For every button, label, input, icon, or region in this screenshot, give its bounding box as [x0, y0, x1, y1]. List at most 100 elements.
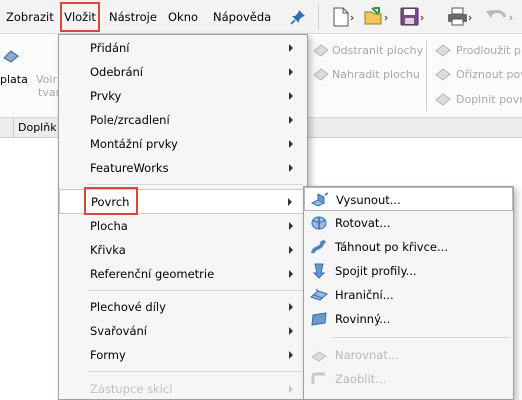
menu-item-label: Montážní prvky	[90, 137, 178, 151]
planar-surface-icon	[311, 312, 327, 326]
submenu-item-label: Hraniční...	[335, 288, 394, 302]
chevron-right-icon	[289, 303, 293, 311]
submenu-item-label: Rotovat...	[335, 216, 391, 230]
chevron-right-icon	[289, 164, 293, 172]
menu-nastroje[interactable]: Nástroje	[109, 0, 157, 34]
replace-face-button[interactable]: Nahradit plochu	[332, 68, 420, 81]
open-folder-icon[interactable]	[362, 5, 390, 29]
menu-item-zastupce-skici: Zástupce skici	[59, 377, 307, 400]
tab-doplnky[interactable]: Doplňk	[14, 118, 62, 138]
submenu-item-label: Narovnat...	[335, 348, 399, 362]
boundary-surface-icon	[310, 288, 328, 301]
chevron-right-icon	[289, 385, 293, 393]
save-icon[interactable]	[398, 5, 426, 29]
extend-surface-button[interactable]: Prodloužit p	[456, 44, 521, 57]
menu-item-odebrani[interactable]: Odebrání	[59, 60, 307, 84]
menu-item-label: Formy	[90, 348, 126, 362]
fillet-icon	[311, 372, 325, 384]
menu-item-featureworks[interactable]: FeatureWorks	[59, 156, 307, 180]
chevron-right-icon	[289, 44, 293, 52]
menu-item-pridani[interactable]: Přidání	[59, 36, 307, 60]
chevron-right-icon	[289, 92, 293, 100]
menu-item-label: Zástupce skici	[90, 382, 173, 396]
menubar: Zobrazit Vložit Nástroje Okno Nápověda	[0, 0, 522, 34]
menu-item-formy[interactable]: Formy	[59, 343, 307, 367]
menu-item-label: Křivka	[90, 243, 126, 257]
submenu-item-narovnat: Narovnat...	[304, 343, 513, 367]
extrude-surface-icon	[311, 192, 329, 207]
menu-separator	[332, 337, 510, 338]
menu-napoveda[interactable]: Nápověda	[213, 0, 271, 34]
menu-item-krivka[interactable]: Křivka	[59, 238, 307, 262]
menu-separator	[87, 184, 303, 185]
submenu-item-label: Rovinný...	[335, 312, 391, 326]
tab-item[interactable]	[0, 118, 14, 138]
menu-vlozit[interactable]: Vložit	[58, 0, 102, 34]
submenu-item-rotovat[interactable]: Rotovat...	[304, 211, 513, 235]
submenu-item-zaoblit: Zaoblit...	[304, 367, 513, 391]
menu-zobrazit[interactable]: Zobrazit	[6, 0, 54, 34]
submenu-item-vysunout[interactable]: Vysunout...	[304, 187, 513, 211]
undo-icon[interactable]	[482, 5, 516, 29]
menu-item-svarovani[interactable]: Svařování	[59, 319, 307, 343]
replace-face-icon[interactable]	[312, 66, 330, 82]
submenu-item-rovinny[interactable]: Rovinný...	[304, 307, 513, 331]
menu-item-label: Prvky	[90, 89, 122, 103]
chevron-right-icon	[289, 222, 293, 230]
revolve-surface-icon	[311, 216, 327, 230]
submenu-item-tahnout-po-krivce[interactable]: Táhnout po křivce...	[304, 235, 513, 259]
menu-item-label: Pole/zrcadlení	[90, 113, 170, 127]
delete-face-button[interactable]: Odstranit plochy	[332, 44, 423, 57]
povrch-highlight-frame	[84, 187, 138, 215]
new-document-icon[interactable]	[330, 5, 356, 29]
submenu-item-label: Vysunout...	[336, 193, 401, 207]
print-icon[interactable]	[446, 5, 474, 29]
menu-item-prvky[interactable]: Prvky	[59, 84, 307, 108]
submenu-item-label: Táhnout po křivce...	[335, 240, 448, 254]
submenu-item-hranicni[interactable]: Hraniční...	[304, 283, 513, 307]
menu-item-label: Referenční geometrie	[90, 267, 215, 281]
ribbon-label: plata	[0, 73, 28, 86]
menu-item-label: Plechové díly	[90, 300, 166, 314]
menu-item-montazni-prvky[interactable]: Montážní prvky	[59, 132, 307, 156]
menu-item-label: Plocha	[90, 219, 128, 233]
fill-surface-icon[interactable]	[434, 91, 452, 107]
menu-item-plocha[interactable]: Plocha	[59, 214, 307, 238]
insert-menu-dropdown: Přidání Odebrání Prvky Pole/zrcadlení Mo…	[58, 34, 308, 400]
menu-separator	[87, 371, 303, 372]
flatten-surface-icon	[311, 351, 327, 362]
menu-item-referencni-geometrie[interactable]: Referenční geometrie	[59, 262, 307, 286]
ribbon-separator	[426, 41, 427, 111]
trim-surface-button[interactable]: Oříznout pov	[456, 68, 522, 81]
menubar-separator	[318, 4, 319, 30]
fill-surface-button[interactable]: Doplnit povr	[456, 93, 522, 106]
submenu-item-label: Spojit profily...	[335, 264, 417, 278]
ribbon-label: tvar	[38, 86, 61, 99]
submenu-item-label: Zaoblit...	[335, 372, 387, 386]
chevron-right-icon	[289, 327, 293, 335]
chevron-right-icon	[289, 351, 293, 359]
menu-item-pole-zrcadleni[interactable]: Pole/zrcadlení	[59, 108, 307, 132]
chevron-right-icon	[288, 198, 292, 206]
surface-submenu: Vysunout... Rotovat... Táhnout po křivce…	[303, 186, 514, 400]
sweep-surface-icon	[311, 239, 327, 254]
ribbon-label: Volr	[36, 73, 57, 86]
delete-face-icon[interactable]	[312, 42, 330, 58]
menu-item-label: Svařování	[90, 324, 148, 338]
menu-item-plechove-dily[interactable]: Plechové díly	[59, 295, 307, 319]
chevron-right-icon	[289, 68, 293, 76]
menu-item-label: Přidání	[90, 41, 130, 55]
chevron-right-icon	[289, 246, 293, 254]
chevron-right-icon	[289, 270, 293, 278]
menu-item-label: FeatureWorks	[90, 161, 169, 175]
chevron-right-icon	[289, 116, 293, 124]
menu-separator	[87, 290, 303, 291]
loft-surface-icon	[312, 263, 326, 279]
extend-surface-icon[interactable]	[434, 42, 452, 58]
pin-icon[interactable]	[290, 9, 306, 25]
submenu-item-spojit-profily[interactable]: Spojit profily...	[304, 259, 513, 283]
trim-surface-icon[interactable]	[434, 66, 452, 82]
menu-okno[interactable]: Okno	[168, 0, 198, 34]
chevron-right-icon	[289, 140, 293, 148]
surface-tool-icon[interactable]	[2, 48, 20, 64]
